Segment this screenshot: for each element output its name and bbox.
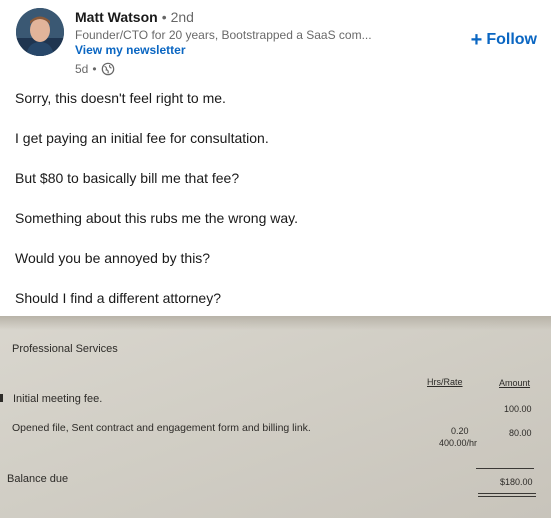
invoice-column-hrs-rate: Hrs/Rate <box>427 377 463 387</box>
post-age: 5d <box>75 62 89 76</box>
invoice-row-description: Opened file, Sent contract and engagemen… <box>12 422 311 434</box>
photo-shadow <box>0 316 551 330</box>
post-paragraph: Would you be annoyed by this? <box>15 250 211 266</box>
invoice-section-title: Professional Services <box>12 343 118 355</box>
separator-dot: • <box>161 9 167 25</box>
invoice-row-amount: 80.00 <box>509 428 532 438</box>
follow-label: Follow <box>486 31 537 48</box>
post-paragraph: I get paying an initial fee for consulta… <box>15 130 269 146</box>
invoice-row-hours: 0.20 <box>451 426 469 436</box>
post-meta: 5d • <box>75 62 115 76</box>
avatar-photo-icon <box>16 8 64 56</box>
newsletter-link[interactable]: View my newsletter <box>75 43 186 57</box>
separator-dot: • <box>92 62 97 76</box>
connection-degree: 2nd <box>170 9 194 25</box>
author-name[interactable]: Matt Watson <box>75 9 158 25</box>
invoice-photo[interactable]: Professional Services Hrs/Rate Amount In… <box>0 316 551 518</box>
margin-mark <box>0 394 3 402</box>
post-paragraph: Something about this rubs me the wrong w… <box>15 210 299 226</box>
follow-button[interactable]: + Follow <box>470 29 537 51</box>
author-headline: Founder/CTO for 20 years, Bootstrapped a… <box>75 28 372 42</box>
invoice-row-amount: 100.00 <box>504 404 532 414</box>
avatar[interactable] <box>16 8 64 56</box>
post-paragraph: But $80 to basically bill me that fee? <box>15 170 240 186</box>
author-line: Matt Watson • 2nd <box>75 9 194 25</box>
subtotal-rule <box>476 468 534 469</box>
globe-icon <box>101 62 114 76</box>
post-body: Sorry, this doesn't feel right to me. I … <box>15 89 535 329</box>
balance-label: Balance due <box>7 473 69 485</box>
invoice-row-rate: 400.00/hr <box>439 438 478 448</box>
post-header: Matt Watson • 2nd Founder/CTO for 20 years… <box>0 0 551 86</box>
invoice-row-description: Initial meeting fee. <box>13 393 103 405</box>
balance-value: $180.00 <box>500 477 533 487</box>
invoice-column-amount: Amount <box>499 378 531 388</box>
plus-icon: + <box>470 29 483 51</box>
total-rule <box>478 493 536 494</box>
total-rule <box>478 496 536 497</box>
post-paragraph: Sorry, this doesn't feel right to me. <box>15 90 226 106</box>
